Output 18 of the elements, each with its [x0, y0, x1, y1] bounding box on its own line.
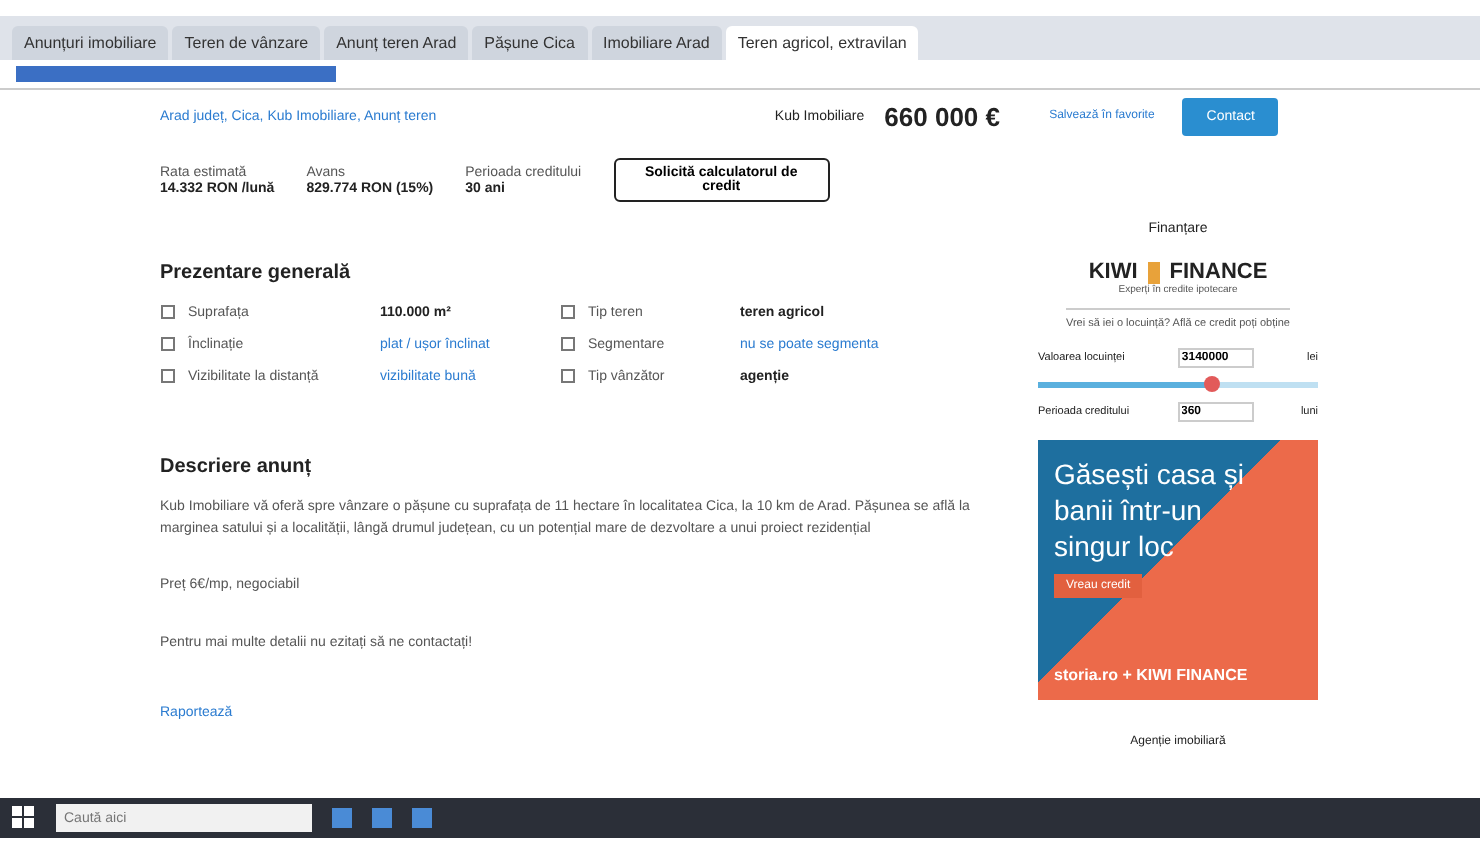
- logo-text: KIWI: [1088, 260, 1138, 284]
- address-bar[interactable]: [16, 66, 336, 82]
- kiwi-logo-icon: [1145, 261, 1162, 283]
- browser-tab[interactable]: Imobiliare Arad: [591, 26, 722, 60]
- slider-thumb[interactable]: [1203, 376, 1220, 392]
- banner-headline: Găsești casa și banii într-un singur loc: [1054, 456, 1246, 566]
- browser-tab[interactable]: Teren de vânzare: [172, 26, 321, 60]
- windows-icon[interactable]: [12, 806, 36, 830]
- section-title: Prezentare generală: [160, 262, 353, 284]
- section-title: Descriere anunț: [160, 456, 314, 478]
- banner-footer: storia.ro + KIWI FINANCE: [1054, 666, 1302, 684]
- browser-tab[interactable]: Anunț teren Arad: [324, 26, 469, 60]
- browser-tab[interactable]: Anunțuri imobiliare: [12, 26, 169, 60]
- browser-tab[interactable]: Teren agricol, extravilan: [725, 26, 919, 60]
- price: 660 000 €: [884, 101, 1000, 131]
- slider-track[interactable]: [1038, 382, 1318, 388]
- logo-text: FINANCE: [1169, 260, 1268, 284]
- browser-tab[interactable]: Pășune Cica: [472, 26, 587, 60]
